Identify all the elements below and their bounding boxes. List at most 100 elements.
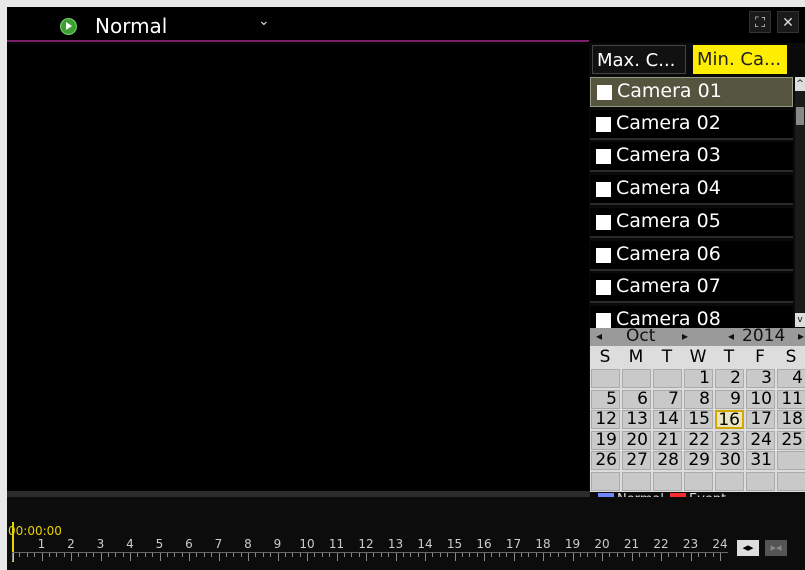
camera-list-item[interactable]: Camera 06: [590, 240, 793, 271]
camera-checkbox[interactable]: [596, 312, 611, 328]
timeline-tick: [270, 553, 272, 557]
calendar-weekday: S: [785, 347, 797, 367]
calendar-day[interactable]: 16: [715, 410, 744, 429]
calendar-day[interactable]: 26: [591, 451, 620, 470]
timeline-tick: [447, 553, 449, 557]
next-month-icon[interactable]: ▸: [682, 329, 688, 343]
playback-mode-select[interactable]: Normal: [95, 14, 167, 38]
camera-list-item[interactable]: Camera 07: [590, 273, 793, 304]
play-icon[interactable]: [60, 18, 77, 35]
timeline-tick: [653, 553, 655, 557]
timeline-tick: [211, 553, 213, 557]
fullscreen-icon[interactable]: ⛶: [749, 11, 771, 33]
calendar-header: ◂ Oct ▸ ◂ 2014 ▸: [590, 326, 805, 346]
tab-min-camera[interactable]: Min. Ca...: [693, 45, 787, 74]
camera-label: Camera 05: [616, 209, 721, 232]
timeline-tick: [425, 553, 426, 561]
zoom-in-timeline-button[interactable]: ◂▸: [737, 540, 759, 556]
camera-checkbox[interactable]: [596, 280, 611, 296]
calendar-day[interactable]: 4: [777, 369, 805, 388]
calendar-day[interactable]: 29: [684, 451, 713, 470]
calendar-day[interactable]: [591, 471, 620, 491]
zoom-out-timeline-button[interactable]: ▸◂: [765, 540, 787, 556]
camera-list-item[interactable]: Camera 01: [590, 77, 793, 107]
calendar-day[interactable]: [777, 471, 805, 491]
calendar-weekday: M: [628, 347, 644, 367]
camera-list-item[interactable]: Camera 04: [590, 175, 793, 206]
calendar-day[interactable]: [653, 471, 682, 491]
timeline-tick: [417, 553, 419, 557]
calendar-day[interactable]: 21: [653, 430, 682, 450]
calendar-day[interactable]: 13: [622, 410, 651, 429]
camera-checkbox[interactable]: [596, 182, 611, 198]
calendar-day[interactable]: 20: [622, 430, 651, 450]
calendar-day[interactable]: [684, 471, 713, 491]
calendar-day[interactable]: 9: [715, 389, 744, 409]
calendar-day[interactable]: 2: [715, 369, 744, 388]
calendar-day[interactable]: [622, 471, 651, 491]
calendar-day[interactable]: 12: [591, 410, 620, 429]
calendar-day[interactable]: 8: [684, 389, 713, 409]
timeline-hour-label: 16: [476, 537, 492, 551]
timeline-hour-label: 22: [653, 537, 669, 551]
camera-list-item[interactable]: Camera 05: [590, 207, 793, 238]
calendar-day[interactable]: 19: [591, 430, 620, 450]
camera-list-item[interactable]: Camera 02: [590, 109, 793, 140]
calendar-day[interactable]: 1: [684, 369, 713, 388]
camera-checkbox[interactable]: [596, 149, 611, 165]
calendar-day[interactable]: 23: [715, 430, 744, 450]
camera-checkbox[interactable]: [597, 85, 612, 100]
camera-checkbox[interactable]: [596, 214, 611, 230]
calendar-day[interactable]: [591, 369, 620, 388]
calendar-day[interactable]: 11: [777, 389, 805, 409]
calendar-day[interactable]: 24: [746, 430, 775, 450]
calendar-day[interactable]: 17: [746, 410, 775, 429]
scroll-up-icon[interactable]: ^: [795, 77, 805, 91]
calendar-day[interactable]: [715, 471, 744, 491]
scroll-down-icon[interactable]: v: [795, 313, 805, 327]
window-frame-top: [0, 0, 805, 7]
camera-list-item[interactable]: Camera 08: [590, 305, 793, 328]
timeline-hour-label: 8: [244, 537, 252, 551]
calendar-day[interactable]: 25: [777, 430, 805, 450]
calendar-day[interactable]: 28: [653, 451, 682, 470]
timeline-tick: [100, 553, 102, 561]
calendar-weekday: T: [723, 347, 735, 367]
calendar-day[interactable]: [746, 471, 775, 491]
calendar-day[interactable]: 22: [684, 430, 713, 450]
calendar-day[interactable]: [622, 369, 651, 388]
calendar-day[interactable]: [653, 369, 682, 388]
chevron-down-icon[interactable]: ⌄: [258, 13, 270, 29]
calendar-day[interactable]: 30: [715, 451, 744, 470]
calendar-day[interactable]: 31: [746, 451, 775, 470]
prev-month-icon[interactable]: ◂: [596, 329, 602, 343]
camera-label: Camera 01: [617, 80, 722, 102]
calendar-day[interactable]: [777, 451, 805, 470]
video-playback-area[interactable]: [7, 45, 589, 491]
calendar-day[interactable]: 5: [591, 389, 620, 409]
timeline-tick: [71, 553, 72, 561]
calendar-day[interactable]: 14: [653, 410, 682, 429]
camera-list-item[interactable]: Camera 03: [590, 142, 793, 173]
next-year-icon[interactable]: ▸: [798, 329, 804, 343]
tab-max-camera[interactable]: Max. C...: [592, 45, 686, 74]
close-icon[interactable]: ✕: [777, 11, 799, 33]
calendar-day[interactable]: 18: [777, 410, 805, 429]
timeline-tick: [115, 553, 117, 557]
timeline-tick: [248, 553, 249, 561]
scroll-thumb[interactable]: [796, 107, 804, 125]
timeline-tick: [41, 553, 43, 561]
camera-checkbox[interactable]: [596, 116, 611, 132]
calendar-day[interactable]: 3: [746, 369, 775, 388]
calendar-day[interactable]: 7: [653, 389, 682, 409]
camera-list-scrollbar[interactable]: ^ v: [795, 77, 805, 327]
calendar-day[interactable]: 15: [684, 410, 713, 429]
timeline-ruler[interactable]: [12, 552, 728, 563]
calendar-day[interactable]: 27: [622, 451, 651, 470]
calendar-day[interactable]: 10: [746, 389, 775, 409]
timeline-tick: [402, 553, 404, 557]
calendar-day[interactable]: 6: [622, 389, 651, 409]
camera-checkbox[interactable]: [596, 247, 611, 263]
prev-year-icon[interactable]: ◂: [728, 329, 734, 343]
camera-list: Camera 01 Camera 02 Camera 03 Camera 04 Came…: [590, 77, 793, 328]
